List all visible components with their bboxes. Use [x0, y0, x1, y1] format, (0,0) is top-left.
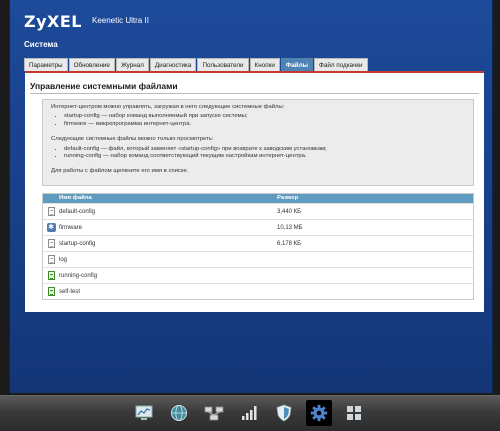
- tab-files[interactable]: Файлы: [280, 58, 314, 71]
- file-name[interactable]: default-config: [59, 209, 277, 215]
- file-name[interactable]: self-test: [59, 289, 277, 295]
- page-title: Управление системными файлами: [30, 81, 178, 91]
- dock-system-button[interactable]: [306, 400, 332, 426]
- shield-icon: [276, 404, 292, 422]
- view-files-list: default-config — файл, который заменяет …: [51, 146, 465, 161]
- file-size: 10,13 МБ: [277, 224, 303, 231]
- dock-security-button[interactable]: [271, 400, 297, 426]
- info-hint: Для работы с файлом щелкните его имя в с…: [51, 168, 189, 175]
- list-item: default-config — файл, который заменяет …: [64, 146, 465, 153]
- table-row[interactable]: startup-config 6,178 КБ: [43, 235, 473, 251]
- globe-icon: [171, 405, 187, 421]
- table-header: Имя файла Размер: [43, 194, 473, 203]
- document-icon: [47, 239, 55, 248]
- table-row[interactable]: ✱ firmware 10,13 МБ: [43, 219, 473, 235]
- tab-log[interactable]: Журнал: [115, 58, 149, 71]
- table-row[interactable]: self-test: [43, 283, 473, 299]
- network-icon: [204, 406, 224, 421]
- firmware-gear-icon: ✱: [46, 223, 56, 232]
- load-files-list: startup-config — набор команд выполняемы…: [51, 113, 465, 128]
- files-table: Имя файла Размер default-config 3,440 КБ…: [42, 193, 474, 300]
- window-frame: ZyXEL Keenetic Ultra II Система Параметр…: [0, 0, 500, 395]
- column-header-name: Имя файла: [59, 195, 92, 201]
- dock-monitor-button[interactable]: [131, 400, 157, 426]
- file-size: 3,440 КБ: [277, 208, 302, 215]
- dock-wifi-button[interactable]: [236, 400, 262, 426]
- file-name[interactable]: running-config: [59, 273, 277, 279]
- tab-diagnostics[interactable]: Диагностика: [149, 58, 197, 71]
- document-icon: [47, 207, 55, 216]
- dock-network-button[interactable]: [201, 400, 227, 426]
- bottom-dock: [0, 395, 500, 431]
- file-size: 6,178 КБ: [277, 240, 302, 247]
- dock-internet-button[interactable]: [166, 400, 192, 426]
- list-item: running-config — набор команд соответств…: [64, 153, 465, 160]
- dock-apps-button[interactable]: [341, 400, 367, 426]
- section-title: Система: [24, 40, 58, 49]
- grid-icon: [347, 406, 361, 420]
- router-web-interface: ZyXEL Keenetic Ultra II Система Параметр…: [9, 0, 493, 393]
- tab-update[interactable]: Обновление: [68, 58, 115, 71]
- tab-parameters[interactable]: Параметры: [24, 58, 68, 71]
- monitor-chart-icon: [135, 405, 153, 420]
- tab-swap-file[interactable]: Файл подкачки: [314, 58, 368, 71]
- tab-bar: Параметры Обновление Журнал Диагностика …: [24, 58, 368, 71]
- file-name[interactable]: firmware: [59, 225, 277, 231]
- model-name: Keenetic Ultra II: [92, 16, 149, 25]
- info-intro: Интернет-центром можно управлять, загруж…: [51, 104, 285, 110]
- file-name[interactable]: log: [59, 257, 277, 263]
- green-document-icon: [47, 271, 55, 280]
- green-document-icon: [47, 287, 55, 296]
- info-box: Интернет-центром можно управлять, загруж…: [42, 99, 474, 186]
- table-row[interactable]: log: [43, 251, 473, 267]
- table-row[interactable]: running-config: [43, 267, 473, 283]
- content-panel: Управление системными файлами Интернет-ц…: [25, 71, 484, 312]
- table-row[interactable]: default-config 3,440 КБ: [43, 203, 473, 219]
- document-icon: [47, 255, 55, 264]
- brand-logo: ZyXEL: [24, 12, 82, 31]
- info-view-intro: Следующие системные файлы можно только п…: [51, 136, 214, 143]
- file-name[interactable]: startup-config: [59, 241, 277, 247]
- title-divider: [30, 93, 479, 94]
- column-header-size: Размер: [277, 195, 299, 201]
- tab-buttons[interactable]: Кнопки: [249, 58, 280, 71]
- list-item: startup-config — набор команд выполняемы…: [64, 113, 465, 120]
- list-item: firmware — микропрограмма интернет-центр…: [64, 121, 465, 128]
- gear-icon: [310, 404, 328, 422]
- tab-users[interactable]: Пользователи: [197, 58, 249, 71]
- signal-bars-icon: [242, 406, 257, 420]
